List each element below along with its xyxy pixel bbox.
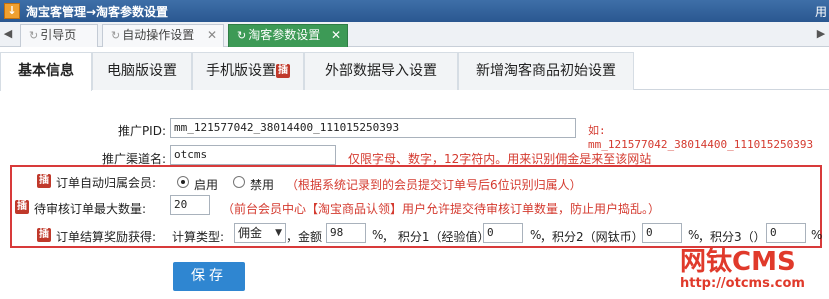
pid-label: 推广PID: bbox=[117, 124, 166, 138]
title-bar: ↓ 淘宝客管理→淘客参数设置 用 bbox=[0, 0, 829, 22]
refresh-icon: ↻ bbox=[29, 29, 39, 42]
score3-unit: % bbox=[811, 228, 823, 242]
page-title: 淘宝客管理→淘客参数设置 bbox=[26, 5, 169, 19]
reward-label: 订单结算奖励获得: bbox=[56, 230, 157, 244]
chevron-down-icon: ▼ bbox=[275, 228, 282, 238]
plugin-badge: 插 bbox=[37, 228, 51, 242]
amount-label: ，金额 bbox=[286, 230, 323, 244]
tab-mobile-settings[interactable]: 手机版设置插 bbox=[192, 52, 304, 90]
refresh-icon: ↻ bbox=[237, 29, 247, 42]
pid-hint: 如: mm_121577042_38014400_111015250393 bbox=[588, 124, 814, 151]
window-tab-auto[interactable]: ↻ 自动操作设置 ✕ bbox=[102, 24, 224, 47]
disable-radio[interactable] bbox=[233, 176, 245, 188]
close-icon[interactable]: ✕ bbox=[331, 25, 341, 46]
tab-scroll-left-icon[interactable]: ◀ bbox=[2, 26, 14, 42]
max-orders-input[interactable]: 20 bbox=[170, 195, 210, 215]
tab-new-product-init[interactable]: 新增淘客商品初始设置 bbox=[458, 52, 634, 90]
score3-input[interactable]: 0 bbox=[766, 223, 806, 243]
window-tab-strip: ◀ ↻ 引导页 ↻ 自动操作设置 ✕ ↻ 淘客参数设置 ✕ ▶ bbox=[0, 22, 829, 47]
calc-type-label: 计算类型: bbox=[172, 230, 225, 244]
score1-label: ， 积分1（经验值） bbox=[382, 230, 490, 244]
tab-basic-info[interactable]: 基本信息 bbox=[0, 52, 92, 91]
window-tab-taoke[interactable]: ↻ 淘客参数设置 ✕ bbox=[228, 24, 348, 47]
save-button[interactable]: 保存 bbox=[173, 262, 245, 291]
disable-label: 禁用 bbox=[250, 178, 275, 192]
score1-input[interactable]: 0 bbox=[483, 223, 523, 243]
auto-belong-hint: （根据系统记录到的会员提交订单号后6位识别归属人） bbox=[286, 178, 582, 192]
tab-scroll-right-icon[interactable]: ▶ bbox=[815, 26, 827, 42]
watermark-brand: 网钛CMS bbox=[680, 247, 796, 277]
plugin-badge: 插 bbox=[276, 64, 290, 78]
watermark-url: http://otcms.com bbox=[680, 276, 805, 291]
download-icon: ↓ bbox=[4, 3, 20, 19]
enable-label: 启用 bbox=[194, 178, 219, 192]
score2-input[interactable]: 0 bbox=[642, 223, 682, 243]
pid-input[interactable]: mm_121577042_38014400_111015250393 bbox=[170, 118, 576, 138]
score2-label: ，积分2（网钛币） bbox=[540, 230, 644, 244]
close-icon[interactable]: ✕ bbox=[207, 25, 217, 46]
enable-radio[interactable] bbox=[177, 176, 189, 188]
plugin-badge: 插 bbox=[37, 174, 51, 188]
amount-input[interactable]: 98 bbox=[326, 223, 366, 243]
calc-type-select[interactable]: 佣金 ▼ bbox=[234, 223, 286, 243]
window-tab-guide[interactable]: ↻ 引导页 bbox=[20, 24, 98, 47]
auto-belong-label: 订单自动归属会员: bbox=[56, 176, 157, 190]
max-orders-hint: （前台会员中心【淘宝商品认领】用户允许提交待审核订单数量，防止用户捣乱。） bbox=[222, 202, 661, 216]
tab-pc-settings[interactable]: 电脑版设置 bbox=[92, 52, 192, 90]
content-tabs: 基本信息 电脑版设置 手机版设置插 外部数据导入设置 新增淘客商品初始设置 bbox=[0, 52, 829, 91]
titlebar-right-text: 用 bbox=[814, 5, 827, 19]
refresh-icon: ↻ bbox=[111, 29, 121, 42]
plugin-badge: 插 bbox=[15, 200, 29, 214]
channel-input[interactable]: otcms bbox=[170, 145, 336, 165]
tab-external-import[interactable]: 外部数据导入设置 bbox=[304, 52, 458, 90]
max-orders-label: 待审核订单最大数量: bbox=[34, 202, 147, 216]
